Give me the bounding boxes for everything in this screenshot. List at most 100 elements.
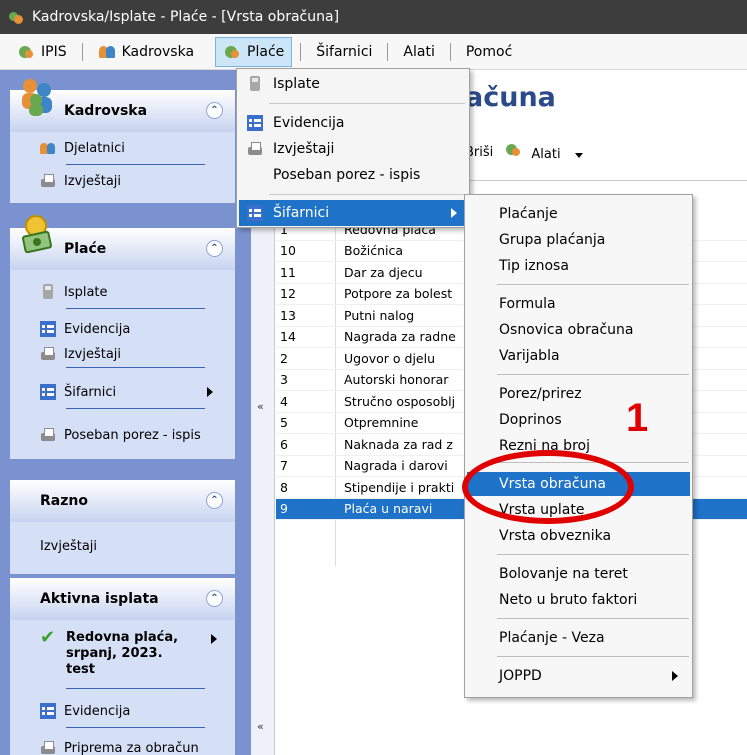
sidebar-item-priprema[interactable]: Priprema za obračun bbox=[10, 732, 235, 755]
gear-icon bbox=[505, 142, 523, 158]
table-icon bbox=[40, 384, 56, 400]
calculator-icon bbox=[40, 284, 56, 300]
window-titlebar: Kadrovska/Isplate - Plaće - [Vrsta obrač… bbox=[0, 0, 747, 34]
dropdown-item-evidencija[interactable]: Evidencija bbox=[239, 110, 467, 136]
collapse-left-icon[interactable]: « bbox=[257, 720, 264, 733]
menu-kadrovska[interactable]: Kadrovska bbox=[91, 37, 201, 67]
table-icon bbox=[40, 321, 56, 337]
row-code: 9 bbox=[280, 501, 288, 517]
menu-separator bbox=[497, 374, 689, 375]
menu-pomoc[interactable]: Pomoć bbox=[459, 37, 519, 67]
menu-separator bbox=[387, 42, 389, 61]
sidebar-item-izvjestaji[interactable]: Izvještaji bbox=[10, 165, 235, 197]
sidebar-item-djelatnici[interactable]: Djelatnici bbox=[10, 132, 235, 164]
submenu-item[interactable]: Grupa plaćanja bbox=[467, 228, 690, 252]
submenu-item[interactable]: Formula bbox=[467, 292, 690, 316]
sidebar-item-label: Djelatnici bbox=[64, 140, 125, 156]
submenu-item-label: Doprinos bbox=[499, 412, 562, 428]
panel-aktivna-header[interactable]: Aktivna isplata ⌃ bbox=[10, 578, 235, 620]
tools-button[interactable]: Alati bbox=[505, 142, 583, 162]
collapse-left-icon[interactable]: « bbox=[257, 400, 264, 413]
sidebar-item-evidencija[interactable]: Evidencija bbox=[10, 317, 235, 341]
menu-separator bbox=[449, 42, 451, 61]
panel-razno-body: Izvještaji bbox=[10, 522, 235, 574]
people-icon bbox=[98, 44, 116, 60]
row-code: 5 bbox=[280, 415, 288, 431]
menu-ipis[interactable]: IPIS bbox=[10, 37, 74, 67]
submenu-arrow-icon bbox=[672, 671, 678, 681]
menu-separator bbox=[81, 42, 83, 61]
sidebar-item-label: Izvještaji bbox=[64, 173, 122, 189]
panel-kadrovska-header[interactable]: Kadrovska ⌃ bbox=[10, 79, 235, 132]
submenu-item[interactable]: Doprinos bbox=[467, 408, 690, 432]
table-icon bbox=[40, 703, 56, 719]
menu-separator bbox=[497, 618, 689, 619]
submenu-item[interactable]: Plaćanje - Veza bbox=[467, 626, 690, 650]
printer-icon bbox=[40, 740, 56, 755]
people-icon bbox=[18, 76, 60, 118]
dropdown-item-label: Evidencija bbox=[273, 115, 345, 131]
sidebar-item-izvjestaji[interactable]: Izvještaji bbox=[10, 341, 235, 367]
checkmark-icon: ✔ bbox=[40, 627, 56, 648]
submenu-item[interactable]: Vrsta obveznika bbox=[467, 524, 690, 548]
menu-separator bbox=[269, 194, 465, 195]
submenu-item[interactable]: Bolovanje na teret bbox=[467, 562, 690, 586]
sidebar-item-razno-izvjestaji[interactable]: Izvještaji bbox=[10, 530, 235, 562]
panel-place-header[interactable]: Plaće ⌃ bbox=[10, 215, 235, 270]
row-code: 2 bbox=[280, 350, 288, 366]
menu-sifarnici[interactable]: Šifarnici bbox=[309, 37, 379, 67]
submenu-item-label: Neto u bruto faktori bbox=[499, 592, 638, 608]
submenu-item-label: Vrsta obveznika bbox=[499, 528, 612, 544]
dropdown-item-izvjestaji[interactable]: Izvještaji bbox=[239, 136, 467, 162]
panel-place-body: Isplate Evidencija Izvještaji Šifarnici bbox=[10, 270, 235, 459]
sidebar-item-label: Izvještaji bbox=[40, 538, 98, 554]
panel-razno-header[interactable]: Razno ⌃ bbox=[10, 480, 235, 522]
sidebar-item-poseban-porez[interactable]: Poseban porez - ispis bbox=[10, 419, 235, 451]
menu-alati[interactable]: Alati bbox=[396, 37, 441, 67]
dropdown-item-poseban-porez[interactable]: Poseban porez - ispis bbox=[239, 162, 467, 188]
chevron-down-icon bbox=[574, 153, 583, 158]
submenu-item[interactable]: Osnovica obračuna bbox=[467, 318, 690, 342]
printer-icon bbox=[40, 427, 56, 443]
row-code: 11 bbox=[280, 264, 296, 280]
panel-kadrovska: Kadrovska ⌃ Djelatnici Izvještaji bbox=[10, 79, 235, 203]
divider bbox=[66, 727, 205, 728]
panel-aktivna-isplata: Aktivna isplata ⌃ ✔ Redovna plaća, srpan… bbox=[10, 578, 235, 755]
collapse-chevron-icon[interactable]: ⌃ bbox=[206, 240, 223, 257]
submenu-item[interactable]: Porez/prirez bbox=[467, 382, 690, 406]
menu-separator bbox=[497, 656, 689, 657]
annotation-number: 1 bbox=[626, 396, 649, 440]
submenu-item[interactable]: Plaćanje bbox=[467, 202, 690, 226]
sidebar-item-label: Izvještaji bbox=[64, 346, 122, 362]
panel-kadrovska-title: Kadrovska bbox=[64, 103, 148, 119]
money-icon bbox=[18, 214, 60, 256]
collapse-chevron-icon[interactable]: ⌃ bbox=[206, 492, 223, 509]
panel-place: Plaće ⌃ Isplate Evidencija Izvještaji Ši… bbox=[10, 215, 235, 459]
menu-separator bbox=[497, 554, 689, 555]
collapse-chevron-icon[interactable]: ⌃ bbox=[206, 102, 223, 119]
panel-kadrovska-body: Djelatnici Izvještaji bbox=[10, 132, 235, 203]
menu-alati-label: Alati bbox=[403, 43, 435, 60]
submenu-item[interactable]: Varijabla bbox=[467, 344, 690, 368]
sidebar-item-label: Evidencija bbox=[64, 703, 131, 719]
dropdown-item-sifarnici[interactable]: Šifarnici bbox=[239, 200, 467, 226]
printer-icon bbox=[40, 346, 56, 362]
collapse-chevron-icon[interactable]: ⌃ bbox=[206, 590, 223, 607]
menu-separator bbox=[300, 42, 302, 61]
sidebar-item-aktivna-evidencija[interactable]: Evidencija bbox=[10, 695, 235, 727]
submenu-item-label: Osnovica obračuna bbox=[499, 322, 634, 338]
sidebar-item-isplate[interactable]: Isplate bbox=[10, 276, 235, 308]
active-payroll-selector[interactable]: ✔ Redovna plaća, srpanj, 2023. test bbox=[10, 620, 235, 678]
sidebar-item-sifarnici[interactable]: Šifarnici bbox=[10, 376, 235, 408]
row-code: 4 bbox=[280, 393, 288, 409]
menu-place[interactable]: Plaće bbox=[215, 36, 293, 67]
row-code: 10 bbox=[280, 243, 296, 259]
submenu-item[interactable]: JOPPD bbox=[467, 664, 690, 688]
active-payroll-label: Redovna plaća, srpanj, 2023. test bbox=[66, 630, 179, 677]
submenu-item[interactable]: Neto u bruto faktori bbox=[467, 588, 690, 612]
dropdown-item-isplate[interactable]: Isplate bbox=[239, 71, 467, 97]
submenu-item[interactable]: Tip iznosa bbox=[467, 254, 690, 278]
panel-razno: Razno ⌃ Izvještaji bbox=[10, 480, 235, 574]
dropdown-item-label: Šifarnici bbox=[273, 205, 330, 221]
printer-icon bbox=[247, 141, 263, 157]
